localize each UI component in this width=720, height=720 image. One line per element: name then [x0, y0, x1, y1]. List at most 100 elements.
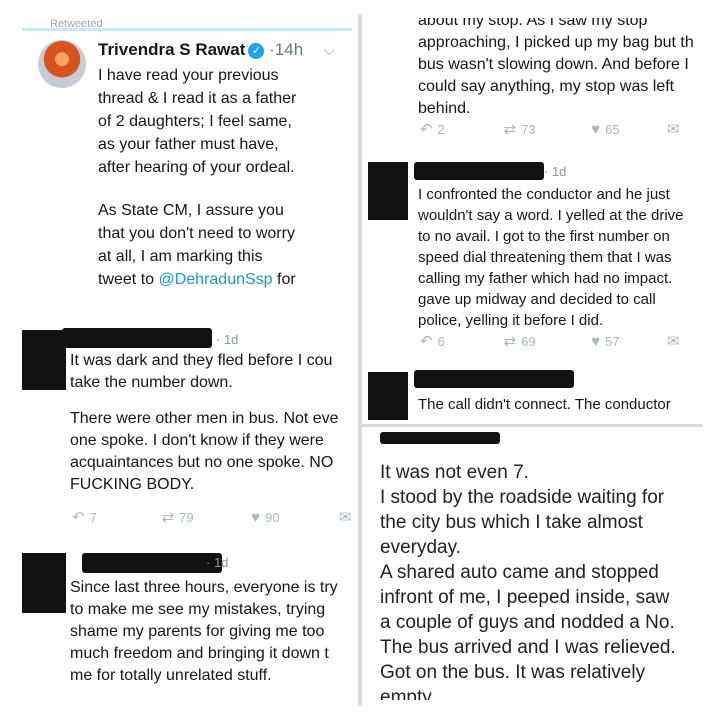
mention-link[interactable]: @DehradunSsp	[158, 271, 272, 288]
tweet-line: much freedom and bringing it down t	[70, 645, 329, 662]
cm-tweet-panel: Retweeted Trivendra S Rawat ✓ ·14h ⌵ I ha…	[22, 18, 352, 298]
redacted-username	[414, 370, 574, 388]
tweet-line: to no avail. I got to the first number o…	[418, 228, 670, 245]
reply-button[interactable]: ↶ 2	[420, 120, 500, 138]
tweet-line: after hearing of your ordeal.	[98, 159, 295, 176]
reply-tweet-call: The call didn't connect. The conductor	[368, 362, 700, 420]
envelope-icon: ✉	[666, 121, 680, 138]
retweet-icon: ⇄	[503, 121, 517, 138]
tweet-line: one spoke. I don't know if they were	[70, 432, 324, 449]
redacted-username	[414, 162, 544, 180]
tweet-actions: ↶ 2 ⇄ 73 ♥ 65 ✉	[420, 120, 684, 138]
retweet-button[interactable]: ⇄ 73	[504, 120, 588, 138]
retweet-button[interactable]: ⇄ 79	[162, 508, 248, 526]
tweet-body: The call didn't connect. The conductor	[418, 394, 671, 416]
tweet-line: gave up midway and decided to call	[418, 291, 656, 308]
reply-tweet-conductor: · 1d I confronted the conductor and he j…	[368, 148, 700, 360]
redacted-header	[380, 432, 500, 444]
tweet-time[interactable]: · 1d	[216, 332, 238, 347]
tweet-line: at all, I am marking this	[98, 248, 263, 265]
tweet-line: tweet to	[98, 271, 159, 288]
tweet-time[interactable]: · 1d	[544, 164, 566, 179]
tweet-body: I have read your previous thread & I rea…	[98, 64, 350, 298]
reply-tweet-three-hours: · 1d Since last three hours, everyone is…	[22, 545, 352, 700]
reply-button[interactable]: ↶ 7	[72, 508, 158, 526]
tweet-line: take the number down.	[70, 374, 233, 391]
tweet-line: as your father must have,	[98, 136, 279, 153]
avatar[interactable]	[368, 162, 408, 220]
dm-button[interactable]: ✉	[667, 120, 685, 138]
avatar[interactable]	[368, 372, 408, 420]
avatar[interactable]	[38, 40, 86, 88]
like-button[interactable]: ♥ 57	[591, 333, 663, 350]
tweet-line: to make me see my mistakes, trying	[70, 601, 326, 618]
tweet-line: FUCKING BODY.	[70, 476, 195, 493]
chevron-down-icon[interactable]: ⌵	[324, 42, 335, 59]
heart-icon: ♥	[591, 333, 601, 350]
reply-tweet-stop: about my stop. As I saw my stop approach…	[368, 18, 700, 146]
avatar[interactable]	[22, 330, 66, 390]
tweet-line: for	[272, 271, 296, 288]
retweet-icon: ⇄	[161, 509, 175, 526]
note-line: a couple of guys and nodded a No.	[380, 612, 675, 633]
notes-body: It was not even 7. I stood by the roadsi…	[380, 460, 700, 700]
retweet-icon: ⇄	[503, 333, 517, 350]
retweet-button[interactable]: ⇄ 69	[504, 332, 588, 350]
tweet-time[interactable]: · 1d	[206, 555, 228, 570]
tweet-line: wouldn't say a word. I yelled at the dri…	[418, 207, 684, 224]
heart-icon: ♥	[251, 509, 261, 526]
tweet-line: about my stop. As I saw my stop	[418, 18, 648, 29]
tweet-header: Trivendra S Rawat ✓ ·14h	[98, 40, 304, 59]
tweet-line: There were other men in bus. Not eve	[70, 410, 339, 427]
note-line: everyday.	[380, 537, 461, 558]
reply-button[interactable]: ↶ 6	[420, 332, 500, 350]
envelope-icon: ✉	[338, 509, 352, 526]
tweet-line: speed dial threatening them that I was	[418, 249, 672, 266]
tweet-actions: ↶ 7 ⇄ 79 ♥ 90 ✉	[72, 508, 352, 526]
reply-icon: ↶	[420, 333, 433, 350]
note-line: I stood by the roadside waiting for	[380, 487, 665, 508]
tweet-body: It was dark and they fled before I cou ta…	[70, 350, 339, 510]
tweet-line: acquaintances but no one spoke. NO	[70, 454, 334, 471]
note-line: It was not even 7.	[380, 462, 529, 483]
redacted-username	[82, 553, 222, 573]
tweet-line: that you don't need to worry	[98, 225, 295, 242]
verified-badge-icon: ✓	[248, 43, 265, 59]
tweet-line: thread & I read it as a father	[98, 90, 297, 107]
tweet-line: bus wasn't slowing down. And before I	[418, 56, 689, 73]
tweet-line: of 2 daughters; I feel same,	[98, 113, 292, 130]
tweet-line: approaching, I picked up my bag but th	[418, 34, 694, 51]
note-line: the city bus which I take almost	[380, 512, 643, 533]
tweet-line: behind.	[418, 100, 471, 117]
like-button[interactable]: ♥ 90	[251, 509, 335, 526]
reply-tweet-dark: · 1d It was dark and they fled before I …	[22, 302, 352, 542]
retweet-bar	[22, 28, 352, 31]
reply-icon: ↶	[72, 509, 85, 526]
note-line: A shared auto came and stopped	[380, 562, 659, 583]
tweet-line: Since last three hours, everyone is try	[70, 579, 338, 596]
tweet-line: I confronted the conductor and he just	[418, 186, 670, 203]
like-button[interactable]: ♥ 65	[591, 121, 663, 138]
tweet-line: calling my father which had no impact.	[418, 270, 673, 287]
collage-divider-vertical	[358, 14, 362, 706]
tweet-line: could say anything, my stop was left	[418, 78, 675, 95]
dm-button[interactable]: ✉	[667, 332, 685, 350]
tweet-line: shame my parents for giving me too	[70, 623, 325, 640]
tweet-line: me for totally unrelated stuff.	[70, 667, 272, 684]
tweet-line: As State CM, I assure you	[98, 202, 284, 219]
redacted-username	[62, 328, 212, 348]
notes-text-panel: It was not even 7. I stood by the roadsi…	[370, 430, 702, 700]
tweet-body: I confronted the conductor and he just w…	[418, 184, 684, 331]
dm-button[interactable]: ✉	[339, 508, 352, 526]
note-line: Got on the bus. It was relatively	[380, 662, 646, 683]
tweet-body: Since last three hours, everyone is try …	[70, 577, 338, 687]
note-line: empty	[380, 687, 432, 700]
note-line: infront of me, I peeped inside, saw	[380, 587, 670, 608]
tweet-line: I have read your previous	[98, 67, 279, 84]
author-name[interactable]: Trivendra S Rawat	[98, 40, 245, 59]
tweet-line: The call didn't connect. The conductor	[418, 396, 671, 413]
tweet-time[interactable]: 14h	[275, 40, 303, 59]
tweet-body: about my stop. As I saw my stop approach…	[418, 18, 694, 120]
tweet-actions: ↶ 6 ⇄ 69 ♥ 57 ✉	[420, 332, 684, 350]
avatar[interactable]	[22, 553, 66, 613]
